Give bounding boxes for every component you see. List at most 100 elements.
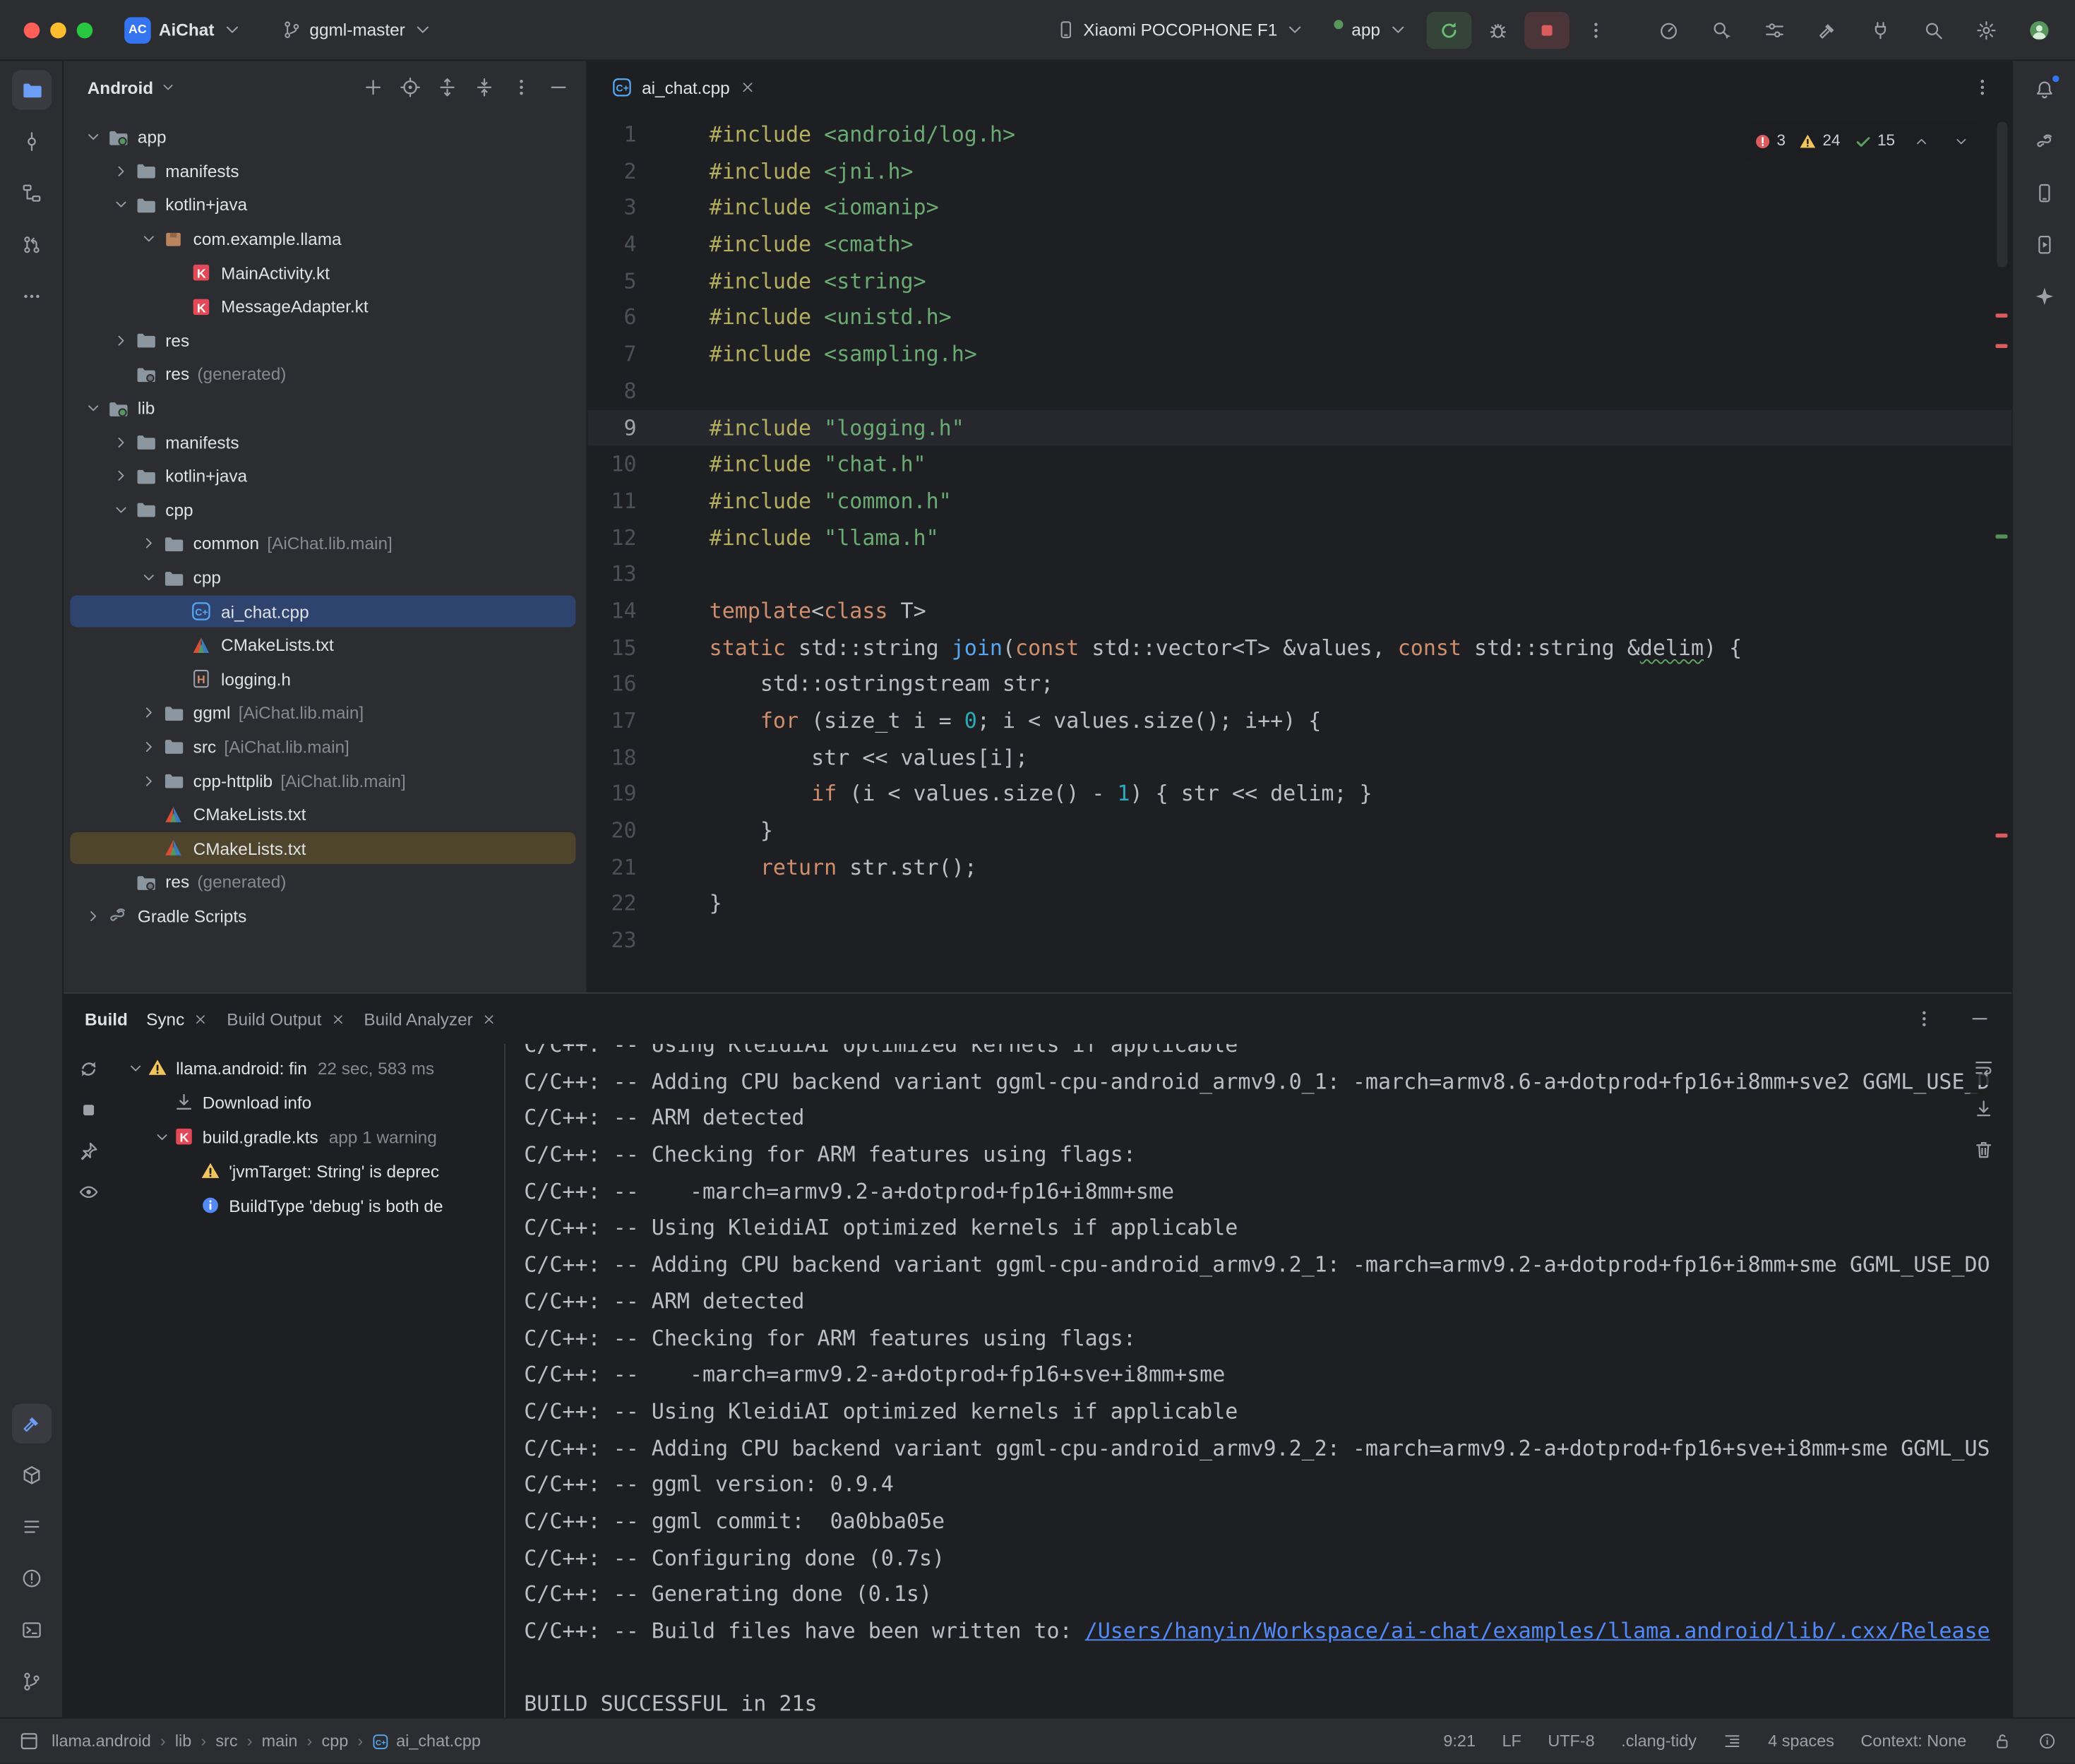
code-line-13[interactable]: 13 — [587, 556, 2011, 593]
project-tree-item-kotlin-java[interactable]: kotlin+java — [64, 188, 586, 222]
stop-button[interactable] — [1524, 11, 1569, 48]
device-manager-button[interactable] — [2024, 174, 2064, 213]
project-tree-item-ggml[interactable]: ggml[AiChat.lib.main] — [64, 696, 586, 730]
zoom-window-button[interactable] — [77, 22, 92, 37]
chevron-down-icon[interactable] — [138, 567, 160, 588]
code-line-16[interactable]: 16 std::ostringstream str; — [587, 666, 2011, 702]
stripe-mark-ok[interactable] — [1996, 534, 2008, 539]
line-number[interactable]: 14 — [587, 593, 709, 630]
debug-button[interactable] — [1480, 11, 1517, 48]
status-indent-setting[interactable]: 4 spaces — [1768, 1732, 1834, 1751]
breadcrumb-llama-android[interactable]: llama.android — [52, 1732, 151, 1751]
notifications-button[interactable] — [2024, 70, 2064, 109]
line-number[interactable]: 20 — [587, 812, 709, 849]
run-options-button[interactable] — [1577, 11, 1614, 48]
code-line-7[interactable]: 7#include <sampling.h> — [587, 336, 2011, 373]
pull-requests-button[interactable] — [11, 225, 51, 265]
terminal-button[interactable] — [11, 1610, 51, 1650]
next-problem-button[interactable] — [1948, 128, 1974, 155]
build-menu-button[interactable] — [1807, 10, 1847, 49]
build-options-button[interactable] — [1906, 1000, 1942, 1037]
build-tab-sync[interactable]: Sync — [146, 1009, 208, 1028]
editor-options-button[interactable] — [1964, 68, 2001, 105]
code-line-6[interactable]: 6#include <unistd.h> — [587, 299, 2011, 336]
build-tab-build-output[interactable]: Build Output — [227, 1009, 345, 1028]
previous-problem-button[interactable] — [1908, 128, 1935, 155]
build-button[interactable] — [11, 1404, 51, 1444]
chevron-down-icon[interactable] — [82, 397, 104, 419]
stripe-mark-error[interactable] — [1996, 313, 2008, 318]
passed-count[interactable]: 15 — [1853, 123, 1895, 160]
project-tree-item-kotlin-java[interactable]: kotlin+java — [64, 459, 586, 493]
structure-button[interactable] — [11, 174, 51, 213]
gradle-button[interactable] — [2024, 121, 2064, 161]
project-tree-item-ai-chat-cpp[interactable]: C+ai_chat.cpp — [64, 594, 586, 628]
soft-wrap-button[interactable] — [1966, 1050, 2001, 1085]
line-number[interactable]: 23 — [587, 923, 709, 959]
chevron-right-icon[interactable] — [138, 770, 160, 791]
version-control-button[interactable] — [11, 1662, 51, 1701]
line-number[interactable]: 18 — [587, 739, 709, 776]
project-tree-item-res[interactable]: res(generated) — [64, 865, 586, 899]
code-line-12[interactable]: 12#include "llama.h" — [587, 520, 2011, 556]
project-tree-item-manifests[interactable]: manifests — [64, 425, 586, 459]
build-output-path-link[interactable]: /Users/hanyin/Workspace/ai-chat/examples… — [1085, 1618, 1990, 1643]
line-number[interactable]: 2 — [587, 153, 709, 190]
chevron-right-icon[interactable] — [82, 906, 104, 927]
display-options-button[interactable] — [1754, 10, 1794, 49]
stop-build-button[interactable] — [70, 1091, 107, 1128]
code-line-18[interactable]: 18 str << values[i]; — [587, 739, 2011, 776]
chevron-right-icon[interactable] — [110, 465, 133, 486]
project-selector[interactable]: AC AiChat — [114, 10, 253, 49]
running-devices-button[interactable] — [2024, 225, 2064, 265]
status-resolve-context[interactable]: Context: None — [1860, 1732, 1966, 1751]
build-tree-item-llama-android-fin[interactable]: llama.android: fin22 sec, 583 ms — [114, 1050, 504, 1085]
view-options-button[interactable] — [503, 70, 539, 104]
hide-panel-button[interactable] — [540, 70, 576, 104]
chevron-down-icon[interactable] — [151, 1126, 172, 1147]
warnings-count[interactable]: 24 — [1799, 123, 1841, 160]
device-explorer-button[interactable] — [11, 1456, 51, 1495]
status-line-separator[interactable]: LF — [1502, 1732, 1521, 1751]
line-number[interactable]: 10 — [587, 446, 709, 483]
line-number[interactable]: 11 — [587, 483, 709, 520]
line-number[interactable]: 9 — [587, 409, 709, 446]
project-tree-item-messageadapter-kt[interactable]: KMessageAdapter.kt — [64, 289, 586, 323]
project-tree-item-gradle-scripts[interactable]: Gradle Scripts — [64, 899, 586, 933]
ai-assistant-button[interactable] — [2024, 277, 2064, 316]
status-caret-position[interactable]: 9:21 — [1443, 1732, 1476, 1751]
code-line-11[interactable]: 11#include "common.h" — [587, 483, 2011, 520]
code-line-14[interactable]: 14template<class T> — [587, 593, 2011, 630]
app-inspection-button[interactable] — [1702, 10, 1741, 49]
stripe-mark-error[interactable] — [1996, 834, 2008, 838]
line-number[interactable]: 8 — [587, 373, 709, 409]
line-number[interactable]: 1 — [587, 116, 709, 153]
code-line-4[interactable]: 4#include <cmath> — [587, 227, 2011, 263]
pin-tab-button[interactable] — [70, 1132, 107, 1169]
problems-button[interactable] — [11, 1559, 51, 1598]
line-number[interactable]: 7 — [587, 336, 709, 373]
run-config-selector[interactable]: app — [1324, 10, 1418, 49]
line-number[interactable]: 17 — [587, 702, 709, 739]
device-selector[interactable]: Xiaomi POCOPHONE F1 — [1045, 10, 1316, 49]
status-file-encoding[interactable]: UTF-8 — [1548, 1732, 1594, 1751]
chevron-right-icon[interactable] — [110, 431, 133, 452]
project-tree-item-cmakelists-txt[interactable]: CMakeLists.txt — [64, 628, 586, 662]
code-line-15[interactable]: 15static std::string join(const std::vec… — [587, 629, 2011, 666]
breadcrumb-main[interactable]: main — [262, 1732, 298, 1751]
breadcrumb-cpp[interactable]: cpp — [321, 1732, 348, 1751]
code-line-8[interactable]: 8 — [587, 373, 2011, 409]
line-number[interactable]: 6 — [587, 299, 709, 336]
project-tree-item-common[interactable]: common[AiChat.lib.main] — [64, 527, 586, 560]
collapse-all-button[interactable] — [466, 70, 502, 104]
line-number[interactable]: 13 — [587, 556, 709, 593]
editor-scrollbar[interactable] — [1993, 114, 2011, 992]
clear-all-button[interactable] — [1966, 1132, 2001, 1167]
code-line-20[interactable]: 20 } — [587, 812, 2011, 849]
plugins-button[interactable] — [1860, 10, 1900, 49]
user-avatar-button[interactable] — [2019, 10, 2059, 49]
chevron-down-icon[interactable] — [110, 195, 133, 216]
code-line-22[interactable]: 22} — [587, 886, 2011, 923]
code-line-3[interactable]: 3#include <iomanip> — [587, 190, 2011, 227]
project-tree-item-res[interactable]: res(generated) — [64, 357, 586, 391]
